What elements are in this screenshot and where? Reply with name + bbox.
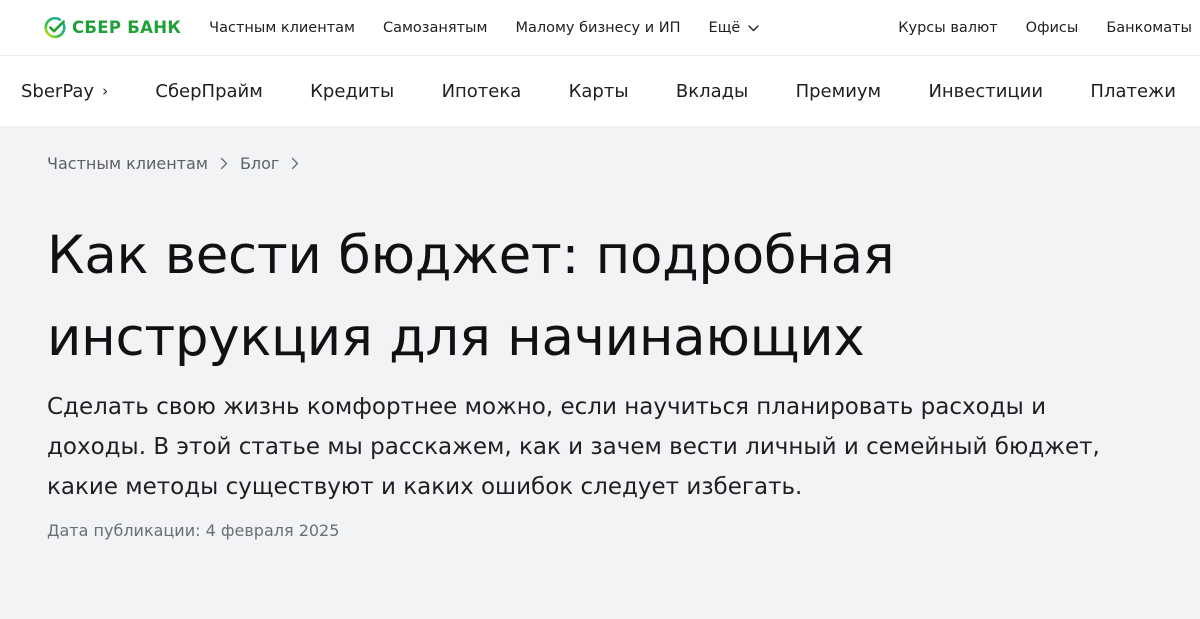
- more-label: Ещё: [708, 19, 741, 36]
- exchange-rates-link[interactable]: Курсы валют: [898, 20, 997, 36]
- more-menu-button[interactable]: Ещё: [709, 20, 760, 36]
- offices-link[interactable]: Офисы: [1026, 20, 1079, 36]
- segment-small-business[interactable]: Малому бизнесу и ИП: [515, 20, 680, 36]
- product-nav-sberprime[interactable]: СберПрайм: [155, 81, 262, 102]
- breadcrumb-private-clients[interactable]: Частным клиентам: [47, 154, 208, 173]
- product-nav-premium[interactable]: Премиум: [796, 81, 882, 102]
- publication-date: Дата публикации: 4 февраля 2025: [47, 521, 340, 540]
- product-nav-label: SberPay: [21, 80, 95, 102]
- product-nav-cards[interactable]: Карты: [569, 81, 629, 102]
- chevron-right-icon: ›: [102, 82, 109, 100]
- page-title: Как вести бюджет: подробная инструкция д…: [47, 215, 1147, 379]
- article-lead: Сделать свою жизнь комфортнее можно, есл…: [47, 394, 1100, 500]
- product-nav-sberpay[interactable]: SberPay ›: [21, 81, 108, 102]
- product-nav-credits[interactable]: Кредиты: [310, 81, 394, 102]
- article-hero: Частным клиентам Блог Как вести бюджет: …: [0, 126, 1200, 619]
- sber-logo[interactable]: СБЕР БАНК: [44, 16, 182, 39]
- segment-private-clients[interactable]: Частным клиентам: [209, 20, 355, 36]
- segment-nav: Частным клиентам Самозанятым Малому бизн…: [209, 20, 759, 36]
- chevron-right-icon: [220, 157, 228, 169]
- product-nav-mortgage[interactable]: Ипотека: [442, 81, 522, 102]
- sber-logo-icon: [44, 16, 66, 38]
- page-title-line-2: инструкция для начинающих: [47, 307, 865, 368]
- logo-text: СБЕР БАНК: [72, 18, 182, 37]
- atms-link[interactable]: Банкоматы: [1106, 20, 1192, 36]
- product-nav-deposits[interactable]: Вклады: [676, 81, 748, 102]
- utility-nav: Курсы валют Офисы Банкоматы: [898, 20, 1192, 36]
- product-nav-investments[interactable]: Инвестиции: [928, 81, 1043, 102]
- product-nav-payments[interactable]: Платежи: [1090, 81, 1176, 102]
- breadcrumb: Частным клиентам Блог: [47, 153, 1200, 173]
- chevron-down-icon: [748, 25, 759, 32]
- product-nav: SberPay › СберПрайм Кредиты Ипотека Карт…: [0, 56, 1200, 126]
- segment-self-employed[interactable]: Самозанятым: [383, 20, 487, 36]
- page-title-line-1: Как вести бюджет: подробная: [47, 225, 895, 286]
- top-bar: СБЕР БАНК Частным клиентам Самозанятым М…: [0, 0, 1200, 56]
- breadcrumb-blog[interactable]: Блог: [240, 154, 279, 173]
- chevron-right-icon: [292, 157, 299, 169]
